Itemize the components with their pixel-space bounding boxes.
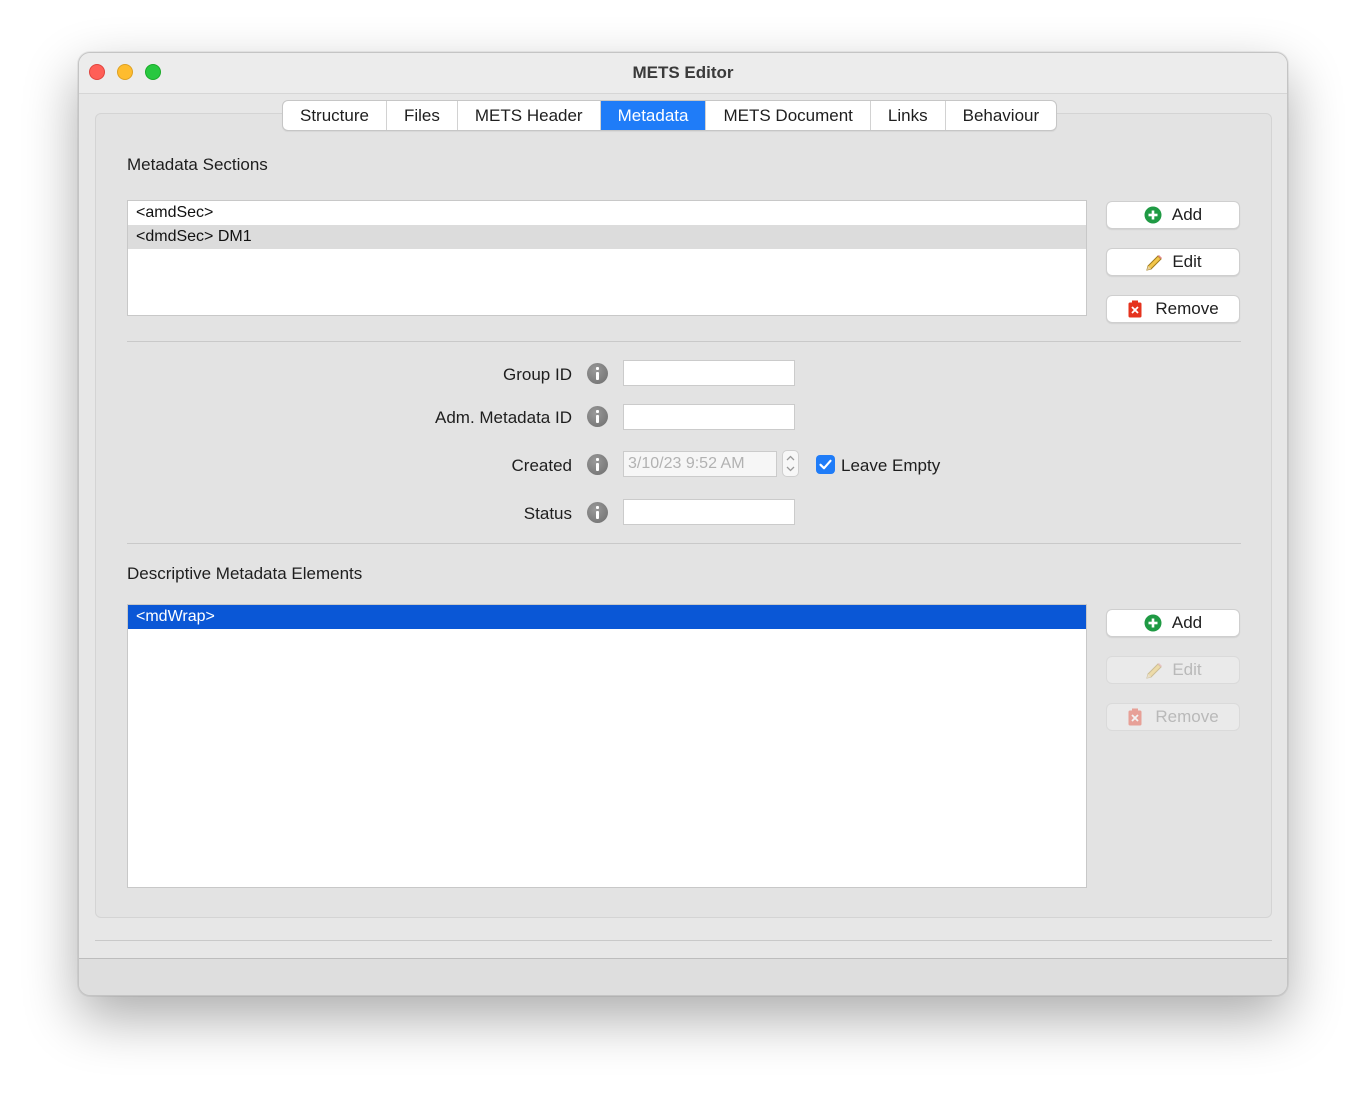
sections-edit-button[interactable]: Edit [1106,248,1240,276]
leave-empty-checkbox[interactable] [816,455,835,474]
list-item[interactable]: <mdWrap> [128,605,1086,629]
tab-mets-document[interactable]: METS Document [706,101,871,130]
sections-remove-button[interactable]: Remove [1106,295,1240,323]
plus-circle-icon [1144,614,1162,632]
adm-metadata-id-label: Adm. Metadata ID [434,408,572,427]
list-item[interactable]: <amdSec> [128,201,1086,225]
created-label: Created [511,456,572,475]
tab-mets-header[interactable]: METS Header [458,101,601,130]
sections-add-button[interactable]: Add [1106,201,1240,229]
plus-circle-icon [1144,206,1162,224]
tab-links[interactable]: Links [871,101,946,130]
adm-metadata-id-info-icon[interactable] [587,406,608,427]
status-info-icon[interactable] [587,502,608,523]
sections-remove-label: Remove [1155,299,1219,318]
title-bar: METS Editor [79,53,1287,94]
metadata-tab-panel: Metadata Sections <amdSec> <dmdSec> DM1 … [95,113,1272,918]
created-info-icon[interactable] [587,454,608,475]
metadata-sections-list[interactable]: <amdSec> <dmdSec> DM1 [127,200,1087,316]
separator [127,543,1241,544]
adm-metadata-id-input[interactable] [623,404,795,430]
descriptive-metadata-heading: Descriptive Metadata Elements [127,564,363,583]
group-id-info-icon[interactable] [587,363,608,384]
created-date-input[interactable]: 3/10/23 9:52 AM [623,451,777,477]
elements-remove-label: Remove [1155,707,1219,726]
trash-x-icon [1127,708,1145,726]
status-label: Status [523,504,572,523]
trash-x-icon [1127,300,1145,318]
list-item[interactable]: <dmdSec> DM1 [128,225,1086,249]
elements-remove-button[interactable]: Remove [1106,703,1240,731]
group-id-label: Group ID [503,365,572,384]
pencil-icon [1144,253,1163,271]
separator [95,940,1272,941]
tab-bar: Structure Files METS Header Metadata MET… [282,100,1058,131]
mets-editor-window: METS Editor Structure Files METS Header … [78,52,1288,996]
tab-structure[interactable]: Structure [283,101,387,130]
sections-edit-label: Edit [1172,252,1202,271]
metadata-sections-heading: Metadata Sections [127,155,268,174]
tab-metadata[interactable]: Metadata [600,101,707,130]
pencil-icon [1144,661,1163,679]
elements-add-label: Add [1171,613,1203,632]
status-bar [79,959,1287,995]
elements-edit-button[interactable]: Edit [1106,656,1240,684]
elements-add-button[interactable]: Add [1106,609,1240,637]
leave-empty-label[interactable]: Leave Empty [841,456,940,476]
tab-files[interactable]: Files [387,101,458,130]
group-id-input[interactable] [623,360,795,386]
window-title: METS Editor [632,63,734,82]
status-input[interactable] [623,499,795,525]
chevron-up-icon [786,455,795,461]
sections-add-label: Add [1171,205,1203,224]
separator [127,341,1241,342]
checkmark-icon [819,459,832,470]
elements-edit-label: Edit [1172,660,1202,679]
created-date-stepper[interactable] [782,450,799,477]
tab-behaviour[interactable]: Behaviour [946,101,1057,130]
descriptive-elements-list[interactable]: <mdWrap> [127,604,1087,888]
chevron-down-icon [786,466,795,472]
